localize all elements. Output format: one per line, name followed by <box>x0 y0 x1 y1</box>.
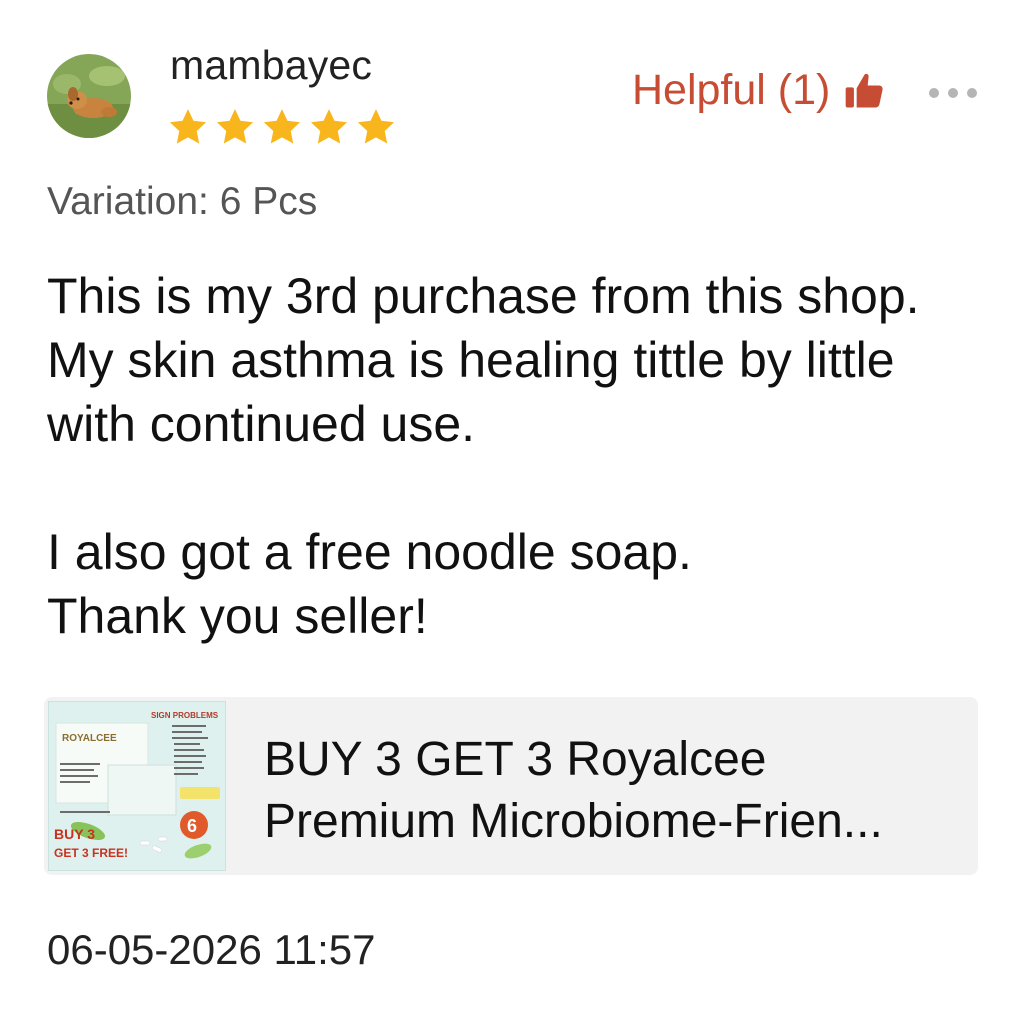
star-icon <box>169 109 207 144</box>
thumb-heading: SIGN PROBLEMS <box>151 711 219 720</box>
thumb-count-badge: 6 <box>187 816 197 836</box>
review-timestamp: 06-05-2026 11:57 <box>47 926 376 973</box>
helpful-button[interactable]: Helpful (1) <box>632 66 886 115</box>
star-icon <box>310 109 348 144</box>
helpful-label: Helpful (1) <box>632 66 831 114</box>
star-icon <box>263 109 301 144</box>
review-text: This is my 3rd purchase from this shop. … <box>47 268 920 644</box>
product-title-line2: Premium Microbiome-Frien... <box>264 795 883 848</box>
user-avatar[interactable] <box>47 54 131 138</box>
variation-label: Variation: 6 Pcs <box>47 180 318 223</box>
more-options-icon[interactable] <box>925 82 981 104</box>
star-icon <box>216 109 254 144</box>
reviewer-username: mambayec <box>170 42 373 88</box>
product-image-icon: ROYALCEE SIGN PROBLEMS 6 BUY 3 GET 3 FRE… <box>48 701 226 871</box>
star-rating <box>166 106 398 148</box>
thumb-promo-line1: BUY 3 <box>54 826 95 842</box>
product-title[interactable]: BUY 3 GET 3 Royalcee Premium Microbiome-… <box>264 729 964 853</box>
review-page: mambayec Helpful (1) Variation: 6 Pcs Th… <box>0 0 1024 1024</box>
dog-avatar-icon <box>47 54 131 138</box>
product-link-card[interactable]: ROYALCEE SIGN PROBLEMS 6 BUY 3 GET 3 FRE… <box>44 697 978 875</box>
star-icon <box>357 109 395 144</box>
thumb-promo-line2: GET 3 FREE! <box>54 846 128 860</box>
thumbs-up-icon <box>846 73 883 107</box>
product-title-line1: BUY 3 GET 3 Royalcee <box>264 733 767 786</box>
thumb-brand: ROYALCEE <box>62 733 117 744</box>
product-thumbnail: ROYALCEE SIGN PROBLEMS 6 BUY 3 GET 3 FRE… <box>48 701 226 871</box>
